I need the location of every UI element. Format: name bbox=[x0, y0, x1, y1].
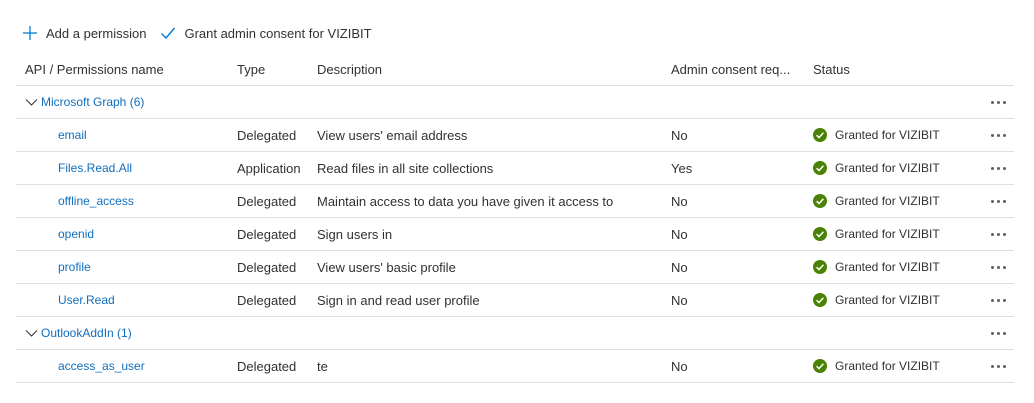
chevron-down-icon[interactable] bbox=[25, 327, 38, 340]
success-check-icon bbox=[813, 128, 827, 142]
permission-type: Application bbox=[237, 160, 301, 176]
permission-type: Delegated bbox=[237, 358, 297, 374]
table-group-row[interactable]: Microsoft Graph (6) bbox=[16, 86, 1014, 119]
success-check-icon bbox=[813, 359, 827, 373]
admin-consent-required: No bbox=[671, 292, 688, 308]
success-check-icon bbox=[813, 194, 827, 208]
status-badge: Granted for VIZIBIT bbox=[813, 260, 940, 274]
admin-consent-required: No bbox=[671, 127, 688, 143]
status-badge: Granted for VIZIBIT bbox=[813, 194, 940, 208]
status-text: Granted for VIZIBIT bbox=[835, 128, 940, 142]
grant-admin-consent-label: Grant admin consent for VIZIBIT bbox=[184, 25, 372, 41]
permission-name-link[interactable]: profile bbox=[58, 260, 91, 274]
table-row: profile Delegated View users' basic profil… bbox=[16, 251, 1014, 284]
status-badge: Granted for VIZIBIT bbox=[813, 227, 940, 241]
permission-description: View users' basic profile bbox=[317, 259, 456, 275]
permission-type: Delegated bbox=[237, 292, 297, 308]
status-badge: Granted for VIZIBIT bbox=[813, 128, 940, 142]
permission-description: Maintain access to data you have given i… bbox=[317, 193, 614, 209]
column-header-admin-consent[interactable]: Admin consent req... bbox=[671, 53, 805, 85]
group-label[interactable]: OutlookAddIn (1) bbox=[41, 326, 132, 340]
status-text: Granted for VIZIBIT bbox=[835, 227, 940, 241]
status-text: Granted for VIZIBIT bbox=[835, 293, 940, 307]
status-text: Granted for VIZIBIT bbox=[835, 260, 940, 274]
grant-admin-consent-button[interactable]: Grant admin consent for VIZIBIT bbox=[160, 25, 372, 41]
table-row: Files.Read.All Application Read files in a… bbox=[16, 152, 1014, 185]
status-badge: Granted for VIZIBIT bbox=[813, 359, 940, 373]
more-icon[interactable] bbox=[989, 100, 1007, 104]
permission-name-link[interactable]: offline_access bbox=[58, 194, 134, 208]
permission-description: te bbox=[317, 358, 328, 374]
more-icon[interactable] bbox=[989, 133, 1007, 137]
permission-description: Sign in and read user profile bbox=[317, 292, 480, 308]
permission-description: Read files in all site collections bbox=[317, 160, 494, 176]
permission-name-link[interactable]: access_as_user bbox=[58, 359, 145, 373]
permission-name-link[interactable]: openid bbox=[58, 227, 94, 241]
permission-name-link[interactable]: User.Read bbox=[58, 293, 115, 307]
permission-description: Sign users in bbox=[317, 226, 393, 242]
column-header-status[interactable]: Status bbox=[813, 53, 973, 85]
column-header-description[interactable]: Description bbox=[317, 53, 665, 85]
more-icon[interactable] bbox=[989, 265, 1007, 269]
status-badge: Granted for VIZIBIT bbox=[813, 293, 940, 307]
add-permission-button[interactable]: Add a permission bbox=[22, 25, 146, 41]
table-row: offline_access Delegated Maintain access t… bbox=[16, 185, 1014, 218]
permission-type: Delegated bbox=[237, 193, 297, 209]
status-badge: Granted for VIZIBIT bbox=[813, 161, 940, 175]
more-icon[interactable] bbox=[989, 166, 1007, 170]
checkmark-icon bbox=[161, 27, 176, 40]
group-label[interactable]: Microsoft Graph (6) bbox=[41, 95, 144, 109]
status-text: Granted for VIZIBIT bbox=[835, 161, 940, 175]
column-header-name[interactable]: API / Permissions name bbox=[25, 53, 230, 85]
permission-name-link[interactable]: email bbox=[58, 128, 87, 142]
plus-icon bbox=[23, 26, 37, 40]
permission-name-link[interactable]: Files.Read.All bbox=[58, 161, 132, 175]
status-text: Granted for VIZIBIT bbox=[835, 194, 940, 208]
chevron-down-icon[interactable] bbox=[25, 96, 38, 109]
permission-type: Delegated bbox=[237, 226, 297, 242]
status-text: Granted for VIZIBIT bbox=[835, 359, 940, 373]
success-check-icon bbox=[813, 227, 827, 241]
permission-type: Delegated bbox=[237, 259, 297, 275]
table-row: openid Delegated Sign users in No Granted fo… bbox=[16, 218, 1014, 251]
more-icon[interactable] bbox=[989, 364, 1007, 368]
admin-consent-required: No bbox=[671, 358, 688, 374]
table-group-row[interactable]: OutlookAddIn (1) bbox=[16, 317, 1014, 350]
admin-consent-required: No bbox=[671, 193, 688, 209]
more-icon[interactable] bbox=[989, 331, 1007, 335]
table-row: User.Read Delegated Sign in and read user … bbox=[16, 284, 1014, 317]
admin-consent-required: Yes bbox=[671, 160, 693, 176]
table-header: API / Permissions name Type Description … bbox=[16, 53, 1014, 86]
permission-type: Delegated bbox=[237, 127, 297, 143]
column-header-type[interactable]: Type bbox=[237, 53, 313, 85]
more-icon[interactable] bbox=[989, 232, 1007, 236]
table-row: email Delegated View users' email address N… bbox=[16, 119, 1014, 152]
admin-consent-required: No bbox=[671, 226, 688, 242]
permission-description: View users' email address bbox=[317, 127, 468, 143]
success-check-icon bbox=[813, 293, 827, 307]
table-row: access_as_user Delegated te No Granted for V… bbox=[16, 350, 1014, 383]
command-bar: Add a permission Grant admin consent for… bbox=[22, 22, 386, 44]
add-permission-label: Add a permission bbox=[46, 25, 147, 41]
more-icon[interactable] bbox=[989, 298, 1007, 302]
permissions-table: API / Permissions name Type Description … bbox=[16, 53, 1014, 383]
admin-consent-required: No bbox=[671, 259, 688, 275]
success-check-icon bbox=[813, 260, 827, 274]
success-check-icon bbox=[813, 161, 827, 175]
more-icon[interactable] bbox=[989, 199, 1007, 203]
